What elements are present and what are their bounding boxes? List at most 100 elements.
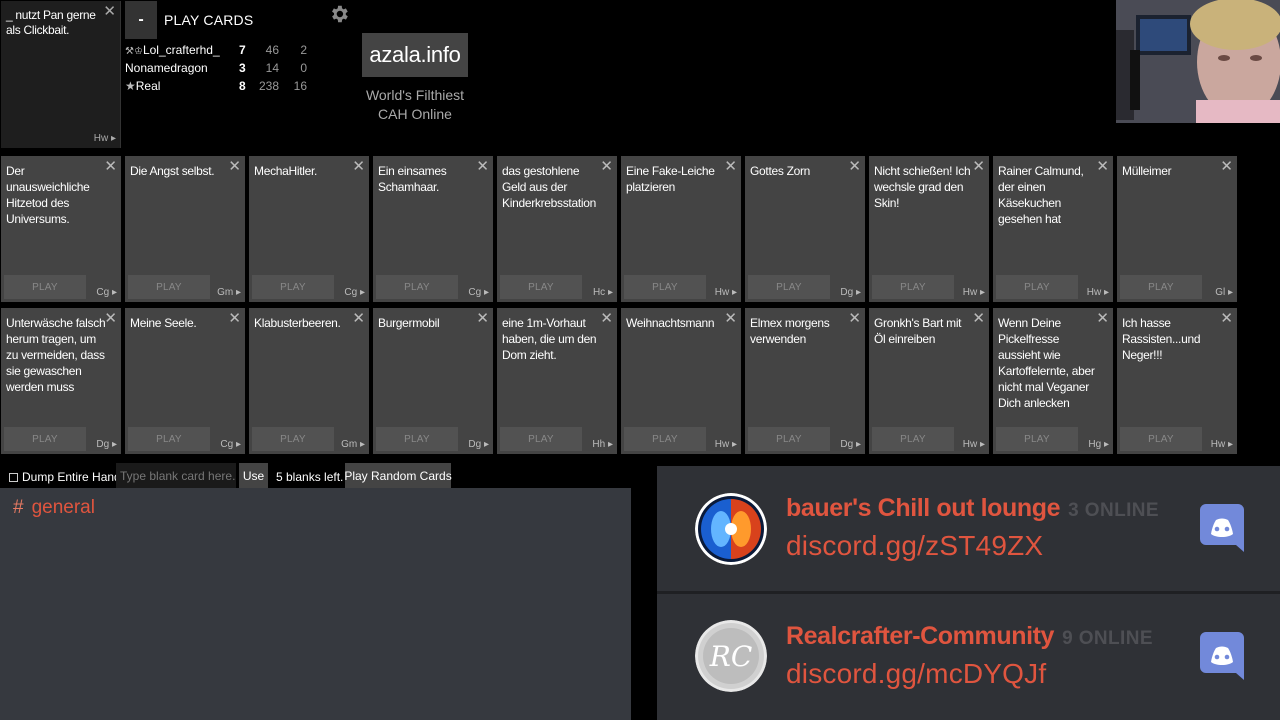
play-button[interactable]: PLAY <box>872 427 954 451</box>
site-logo[interactable]: azala.info <box>362 33 468 77</box>
play-button[interactable]: PLAY <box>500 427 582 451</box>
card-text: Der unausweichliche Hitzetod des Univers… <box>6 164 90 226</box>
rc-logo-text: RC <box>709 640 753 673</box>
card-text: Mülleimer <box>1122 164 1172 178</box>
play-button[interactable]: PLAY <box>376 275 458 299</box>
white-card[interactable]: Die Angst selbst. ✕ PLAY Gm ▸ <box>125 156 245 302</box>
caret-right-icon: ▸ <box>855 439 861 450</box>
play-button[interactable]: PLAY <box>1120 427 1202 451</box>
player-points: 3 <box>239 61 246 75</box>
white-card[interactable]: Klabusterbeeren. ✕ PLAY Gm ▸ <box>249 308 369 454</box>
discord-icon[interactable] <box>1200 504 1244 552</box>
play-button[interactable]: PLAY <box>376 427 458 451</box>
page-title: PLAY CARDS <box>164 12 254 28</box>
play-button[interactable]: PLAY <box>4 275 86 299</box>
close-icon[interactable]: ✕ <box>103 4 116 19</box>
discord-icon[interactable] <box>1200 632 1244 680</box>
player-stat-b: 2 <box>300 43 307 57</box>
close-icon[interactable]: ✕ <box>1220 311 1233 326</box>
white-card[interactable]: Gronkh's Bart mit Öl einreiben ✕ PLAY Hw ▸ <box>869 308 989 454</box>
discord-server[interactable]: RC Realcrafter-Community 9 ONLINE discord… <box>657 594 1280 712</box>
white-card[interactable]: Meine Seele. ✕ PLAY Cg ▸ <box>125 308 245 454</box>
caret-right-icon: ▸ <box>359 439 365 450</box>
white-card[interactable]: Elmex morgens verwenden ✕ PLAY Dg ▸ <box>745 308 865 454</box>
play-random-cards-button[interactable]: Play Random Cards <box>344 463 452 489</box>
play-button[interactable]: PLAY <box>252 275 334 299</box>
close-icon[interactable]: ✕ <box>848 311 861 326</box>
gear-icon[interactable] <box>328 3 350 30</box>
player-name: Nonamedragon <box>125 61 208 75</box>
play-button[interactable]: PLAY <box>500 275 582 299</box>
play-button[interactable]: PLAY <box>252 427 334 451</box>
play-button[interactable]: PLAY <box>996 427 1078 451</box>
close-icon[interactable]: ✕ <box>104 159 117 174</box>
collapse-button[interactable]: - <box>125 1 157 39</box>
checkbox-icon[interactable] <box>9 472 18 482</box>
card-source: Cg ▸ <box>344 287 365 298</box>
scoreboard: ⚒♔Lol_crafterhd_ 7 46 2 Nonamedragon 3 1… <box>125 42 315 96</box>
invite-link[interactable]: discord.gg/mcDYQJf <box>786 658 1046 690</box>
white-card[interactable]: Mülleimer ✕ PLAY Gl ▸ <box>1117 156 1237 302</box>
close-icon[interactable]: ✕ <box>972 311 985 326</box>
close-icon[interactable]: ✕ <box>228 159 241 174</box>
caret-right-icon: ▸ <box>979 439 985 450</box>
white-card[interactable]: Eine Fake-Leiche platzieren ✕ PLAY Hw ▸ <box>621 156 741 302</box>
card-text: Meine Seele. <box>130 316 197 330</box>
close-icon[interactable]: ✕ <box>476 311 489 326</box>
white-card[interactable]: Ein einsames Schamhaar. ✕ PLAY Cg ▸ <box>373 156 493 302</box>
channel-header[interactable]: # general <box>13 497 95 519</box>
close-icon[interactable]: ✕ <box>724 311 737 326</box>
discord-server[interactable]: bauer's Chill out lounge 3 ONLINE discord… <box>657 466 1280 584</box>
close-icon[interactable]: ✕ <box>1220 159 1233 174</box>
play-button[interactable]: PLAY <box>4 427 86 451</box>
score-row: Nonamedragon 3 14 0 <box>125 60 315 78</box>
card-source: Hw ▸ <box>714 287 737 298</box>
use-button[interactable]: Use <box>239 463 268 489</box>
close-icon[interactable]: ✕ <box>848 159 861 174</box>
card-text: Eine Fake-Leiche platzieren <box>626 164 715 194</box>
play-button[interactable]: PLAY <box>996 275 1078 299</box>
white-card[interactable]: Gottes Zorn ✕ PLAY Dg ▸ <box>745 156 865 302</box>
white-card[interactable]: MechaHitler. ✕ PLAY Cg ▸ <box>249 156 369 302</box>
white-card[interactable]: Weihnachtsmann ✕ PLAY Hw ▸ <box>621 308 741 454</box>
player-name: Real <box>135 79 161 93</box>
play-button[interactable]: PLAY <box>1120 275 1202 299</box>
close-icon[interactable]: ✕ <box>1096 311 1109 326</box>
white-card[interactable]: Der unausweichliche Hitzetod des Univers… <box>1 156 121 302</box>
invite-link[interactable]: discord.gg/zST49ZX <box>786 530 1043 562</box>
play-button[interactable]: PLAY <box>128 427 210 451</box>
white-card[interactable]: Rainer Calmund, der einen Käsekuchen ges… <box>993 156 1113 302</box>
card-text: das gestohlene Geld aus der Kinderkrebss… <box>502 164 596 210</box>
close-icon[interactable]: ✕ <box>104 311 117 326</box>
player-stat-a: 46 <box>265 43 279 57</box>
close-icon[interactable]: ✕ <box>972 159 985 174</box>
card-text: Weihnachtsmann <box>626 316 715 330</box>
close-icon[interactable]: ✕ <box>352 159 365 174</box>
white-card[interactable]: das gestohlene Geld aus der Kinderkrebss… <box>497 156 617 302</box>
white-card[interactable]: Unterwäsche falsch herum tragen, um zu v… <box>1 308 121 454</box>
caret-right-icon: ▸ <box>1103 287 1109 298</box>
blank-card-input[interactable] <box>116 463 236 489</box>
play-button[interactable]: PLAY <box>748 427 830 451</box>
close-icon[interactable]: ✕ <box>352 311 365 326</box>
card-source: Gm ▸ <box>341 439 365 450</box>
caret-right-icon: ▸ <box>110 133 116 144</box>
play-button[interactable]: PLAY <box>128 275 210 299</box>
white-card[interactable]: Burgermobil ✕ PLAY Dg ▸ <box>373 308 493 454</box>
play-button[interactable]: PLAY <box>748 275 830 299</box>
close-icon[interactable]: ✕ <box>476 159 489 174</box>
play-button[interactable]: PLAY <box>624 275 706 299</box>
close-icon[interactable]: ✕ <box>724 159 737 174</box>
play-button[interactable]: PLAY <box>872 275 954 299</box>
close-icon[interactable]: ✕ <box>1096 159 1109 174</box>
dump-hand-checkbox[interactable]: Dump Entire Hand <box>9 470 121 484</box>
card-source: Gm ▸ <box>217 287 241 298</box>
white-card[interactable]: Ich hasse Rassisten...und Neger!!! ✕ PLAY H… <box>1117 308 1237 454</box>
white-card[interactable]: Nicht schießen! Ich wechsle grad den Ski… <box>869 156 989 302</box>
close-icon[interactable]: ✕ <box>228 311 241 326</box>
play-button[interactable]: PLAY <box>624 427 706 451</box>
close-icon[interactable]: ✕ <box>600 159 613 174</box>
white-card[interactable]: Wenn Deine Pickelfresse aussieht wie Kar… <box>993 308 1113 454</box>
white-card[interactable]: eine 1m-Vorhaut haben, die um den Dom zi… <box>497 308 617 454</box>
close-icon[interactable]: ✕ <box>600 311 613 326</box>
